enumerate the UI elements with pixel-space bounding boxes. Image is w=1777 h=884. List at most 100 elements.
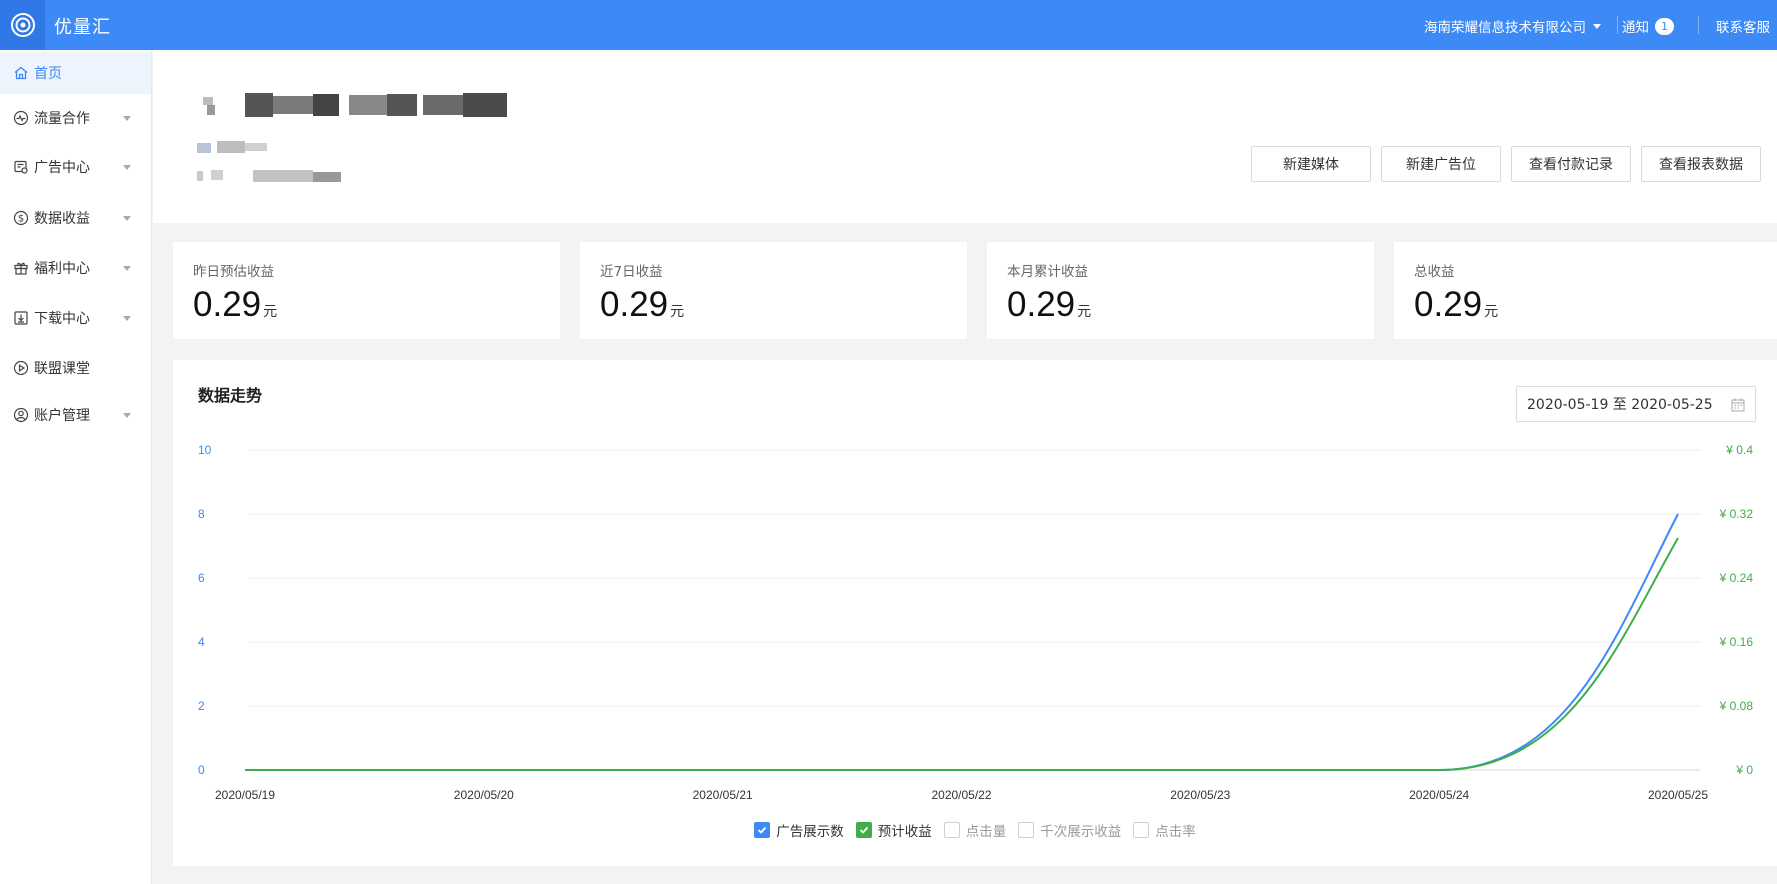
stat-value: 0.29 元 — [1414, 285, 1499, 324]
stat-label: 总收益 — [1414, 264, 1455, 280]
data-trend-panel: 数据走势 2020-05-19 至 2020-05-25 0 ¥ 0 2 ¥ 0.08… — [173, 360, 1777, 866]
sidebar-item-account[interactable]: 账户管理 — [0, 394, 151, 436]
pulse-icon — [13, 110, 29, 126]
x-tick-label: 2020/05/22 — [931, 788, 991, 802]
logo-icon — [10, 13, 35, 37]
divider — [1617, 16, 1618, 34]
checkbox-unchecked-icon — [1133, 822, 1150, 838]
sidebar-item-label: 联盟课堂 — [34, 361, 90, 377]
sidebar-item-home[interactable]: 首页 — [0, 52, 151, 94]
y-right-tick-label: ¥ 0.24 — [1719, 571, 1754, 585]
chevron-down-icon — [1593, 23, 1601, 29]
sidebar-item-label: 福利中心 — [34, 261, 90, 277]
stat-label: 本月累计收益 — [1007, 264, 1088, 280]
gift-icon — [13, 260, 29, 276]
legend-label: 千次展示收益 — [1040, 824, 1122, 840]
sidebar-item-download[interactable]: 下载中心 — [0, 297, 151, 339]
dollar-icon: $ — [13, 210, 29, 226]
checkbox-checked-icon — [855, 822, 872, 838]
chevron-down-icon — [123, 165, 131, 170]
svg-text:$: $ — [18, 214, 24, 225]
y-right-tick-label: ¥ 0.16 — [1719, 635, 1754, 649]
sidebar-item-label: 流量合作 — [34, 111, 90, 127]
trend-chart: 0 ¥ 0 2 ¥ 0.08 4 ¥ 0.16 6 ¥ 0.24 8 ¥ 0.32 10 ¥ 0.4 2… — [198, 443, 1754, 802]
sidebar-item-traffic[interactable]: 流量合作 — [0, 97, 151, 139]
checkbox-unchecked-icon — [943, 822, 960, 838]
stat-value: 0.29 元 — [1007, 285, 1092, 324]
y-right-tick-label: ¥ 0.08 — [1719, 699, 1754, 713]
stat-card-total: 总收益 0.29 元 — [1394, 242, 1777, 339]
legend-label: 点击量 — [965, 824, 1007, 840]
checkbox-checked-icon — [754, 822, 771, 838]
legend-item-impressions[interactable]: 广告展示数 — [754, 820, 844, 840]
sidebar-item-revenue[interactable]: $ 数据收益 — [0, 197, 151, 239]
ad-icon — [13, 159, 29, 175]
legend-label: 广告展示数 — [776, 824, 844, 840]
y-left-tick-label: 10 — [198, 443, 212, 457]
y-right-tick-label: ¥ 0 — [1735, 763, 1753, 777]
stat-value: 0.29 元 — [600, 285, 685, 324]
divider — [1698, 16, 1699, 34]
stat-label: 近7日收益 — [600, 264, 663, 280]
stat-card-7days: 近7日收益 0.29 元 — [580, 242, 967, 339]
series-line — [245, 537, 1679, 771]
download-icon — [13, 310, 29, 326]
x-tick-label: 2020/05/24 — [1409, 788, 1469, 802]
app-title: 优量汇 — [54, 17, 111, 38]
logo[interactable] — [0, 0, 45, 50]
sidebar-item-classroom[interactable]: 联盟课堂 — [0, 347, 151, 389]
checkbox-unchecked-icon — [1018, 822, 1035, 838]
notification-button[interactable]: 通知 1 — [1622, 16, 1674, 36]
x-tick-label: 2020/05/23 — [1170, 788, 1230, 802]
chevron-down-icon — [123, 266, 131, 271]
y-left-tick-label: 8 — [198, 507, 205, 521]
home-icon — [13, 65, 29, 81]
sidebar-item-label: 下载中心 — [34, 311, 90, 327]
payment-records-button[interactable]: 查看付款记录 — [1511, 146, 1631, 182]
chevron-down-icon — [123, 316, 131, 321]
sidebar-item-label: 账户管理 — [34, 408, 90, 424]
x-tick-label: 2020/05/19 — [215, 788, 275, 802]
chart-legend: 广告展示数 预计收益 点击量 千次展示收益 点击率 — [173, 820, 1777, 840]
stat-value: 0.29 元 — [193, 285, 278, 324]
legend-item-revenue[interactable]: 预计收益 — [855, 820, 932, 840]
x-tick-label: 2020/05/21 — [693, 788, 753, 802]
legend-label: 预计收益 — [877, 824, 932, 840]
top-bar: 优量汇 海南荣耀信息技术有限公司 通知 1 联系客服 — [0, 0, 1777, 50]
y-right-tick-label: ¥ 0.4 — [1725, 443, 1753, 457]
legend-label: 点击率 — [1155, 824, 1196, 840]
x-tick-label: 2020/05/25 — [1648, 788, 1708, 802]
contact-service-link[interactable]: 联系客服 — [1716, 16, 1770, 36]
sidebar-item-ad-center[interactable]: 广告中心 — [0, 146, 151, 188]
new-ad-slot-button[interactable]: 新建广告位 — [1381, 146, 1501, 182]
legend-item-ctr[interactable]: 点击率 — [1133, 820, 1196, 840]
stat-card-month: 本月累计收益 0.29 元 — [987, 242, 1374, 339]
chevron-down-icon — [123, 413, 131, 418]
y-left-tick-label: 0 — [198, 763, 205, 777]
x-tick-label: 2020/05/20 — [454, 788, 514, 802]
sidebar-item-label: 数据收益 — [34, 211, 90, 227]
y-right-tick-label: ¥ 0.32 — [1719, 507, 1754, 521]
sidebar-item-label: 首页 — [34, 66, 62, 82]
y-left-tick-label: 2 — [198, 699, 205, 713]
notification-count-badge: 1 — [1655, 17, 1674, 35]
y-left-tick-label: 4 — [198, 635, 205, 649]
new-media-button[interactable]: 新建媒体 — [1251, 146, 1371, 182]
legend-item-ecpm[interactable]: 千次展示收益 — [1018, 820, 1121, 840]
report-data-button[interactable]: 查看报表数据 — [1641, 146, 1761, 182]
notification-label: 通知 — [1622, 20, 1649, 36]
y-left-tick-label: 6 — [198, 571, 205, 585]
sidebar-item-label: 广告中心 — [34, 160, 90, 176]
chevron-down-icon — [123, 216, 131, 221]
sidebar-item-welfare[interactable]: 福利中心 — [0, 247, 151, 289]
user-icon — [13, 407, 29, 423]
legend-item-clicks[interactable]: 点击量 — [943, 820, 1007, 840]
play-icon — [13, 360, 29, 376]
company-name: 海南荣耀信息技术有限公司 — [1424, 20, 1586, 36]
sidebar: 首页 流量合作 广告中心 $ 数据收益 福利中心 下载中心 联盟课堂 账户管理 — [0, 50, 152, 884]
company-switcher[interactable]: 海南荣耀信息技术有限公司 — [1424, 16, 1601, 36]
stat-label: 昨日预估收益 — [193, 264, 274, 280]
stat-card-yesterday: 昨日预估收益 0.29 元 — [173, 242, 560, 339]
account-profile-card — [153, 50, 1777, 223]
chevron-down-icon — [123, 116, 131, 121]
